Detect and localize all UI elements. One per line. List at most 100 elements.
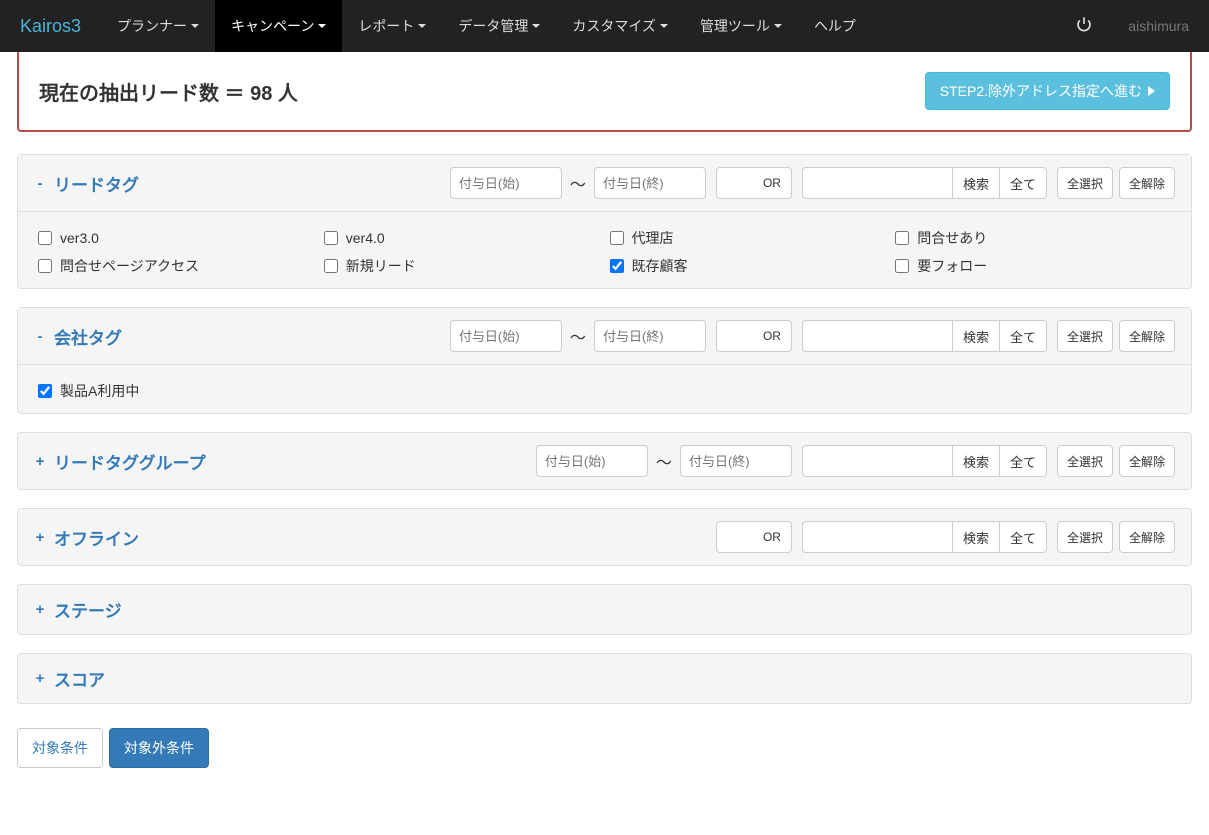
- date-start-input[interactable]: [450, 167, 562, 199]
- deselect-all-button[interactable]: 全解除: [1119, 320, 1175, 352]
- option-label: 製品A利用中: [60, 381, 139, 401]
- expand-icon: +: [34, 601, 46, 618]
- select-all-button[interactable]: 全選択: [1057, 445, 1113, 477]
- chevron-right-icon: [1148, 86, 1155, 96]
- caret-down-icon: [660, 24, 668, 28]
- logic-or-toggle[interactable]: OR: [716, 320, 792, 352]
- panel-stage: +ステージ: [17, 584, 1192, 635]
- option-checkbox[interactable]: [610, 231, 624, 245]
- panel-score: +スコア: [17, 653, 1192, 704]
- expand-icon: -: [34, 175, 46, 192]
- tilde-icon: 〜: [654, 449, 674, 473]
- expand-icon: +: [34, 453, 46, 470]
- date-start-input[interactable]: [536, 445, 648, 477]
- panel-title: +リードタググループ: [34, 449, 206, 474]
- date-end-input[interactable]: [594, 320, 706, 352]
- select-all-button[interactable]: 全選択: [1057, 521, 1113, 553]
- username-label: aishimura: [1108, 18, 1209, 34]
- search-button[interactable]: 検索: [952, 320, 999, 352]
- nav-item-4[interactable]: カスタマイズ: [556, 0, 684, 52]
- option-4[interactable]: 問合せページアクセス: [38, 256, 314, 276]
- option-0[interactable]: 製品A利用中: [38, 381, 314, 401]
- show-all-button[interactable]: 全て: [999, 521, 1047, 553]
- select-all-button[interactable]: 全選択: [1057, 167, 1113, 199]
- lead-count-box: 現在の抽出リード数 ＝ 98 人 STEP2.除外アドレス指定へ進む: [17, 52, 1192, 132]
- option-checkbox[interactable]: [38, 259, 52, 273]
- option-label: ver4.0: [346, 230, 385, 246]
- nav-item-2[interactable]: レポート: [342, 0, 442, 52]
- logic-or-toggle[interactable]: OR: [716, 167, 792, 199]
- deselect-all-button[interactable]: 全解除: [1119, 521, 1175, 553]
- search-input[interactable]: [802, 320, 952, 352]
- power-icon[interactable]: [1060, 16, 1108, 37]
- search-button[interactable]: 検索: [952, 167, 999, 199]
- nav-item-1[interactable]: キャンペーン: [215, 0, 342, 52]
- option-label: 既存顧客: [632, 256, 688, 276]
- lead-count-text: 現在の抽出リード数 ＝ 98 人: [39, 77, 298, 106]
- option-6[interactable]: 既存顧客: [610, 256, 886, 276]
- option-checkbox[interactable]: [895, 259, 909, 273]
- panel-title: -リードタグ: [34, 171, 139, 196]
- show-all-button[interactable]: 全て: [999, 320, 1047, 352]
- option-label: 問合せページアクセス: [60, 256, 199, 276]
- deselect-all-button[interactable]: 全解除: [1119, 167, 1175, 199]
- panel-companyTag: -会社タグ 〜 OR 検索全て全選択全解除製品A利用中: [17, 307, 1192, 414]
- nav-item-5[interactable]: 管理ツール: [684, 0, 798, 52]
- panel-header-leadTag[interactable]: -リードタグ 〜 OR 検索全て全選択全解除: [18, 155, 1191, 212]
- date-start-input[interactable]: [450, 320, 562, 352]
- caret-down-icon: [532, 24, 540, 28]
- option-7[interactable]: 要フォロー: [895, 256, 1171, 276]
- option-label: 代理店: [632, 228, 674, 248]
- nav-item-6[interactable]: ヘルプ: [798, 0, 872, 52]
- panel-leadTag: -リードタグ 〜 OR 検索全て全選択全解除 ver3.0 ver4.0 代理店 問合せあり問…: [17, 154, 1192, 289]
- brand-logo[interactable]: Kairos3: [0, 0, 101, 52]
- option-checkbox[interactable]: [324, 231, 338, 245]
- show-all-button[interactable]: 全て: [999, 167, 1047, 199]
- panel-title: -会社タグ: [34, 324, 122, 349]
- option-checkbox[interactable]: [324, 259, 338, 273]
- logic-or-toggle[interactable]: OR: [716, 521, 792, 553]
- tab-include[interactable]: 対象条件: [17, 728, 103, 768]
- date-end-input[interactable]: [680, 445, 792, 477]
- panel-body: 製品A利用中: [18, 365, 1191, 413]
- option-checkbox[interactable]: [38, 231, 52, 245]
- tab-exclude[interactable]: 対象外条件: [109, 728, 209, 768]
- option-3[interactable]: 問合せあり: [895, 228, 1171, 248]
- search-button[interactable]: 検索: [952, 445, 999, 477]
- deselect-all-button[interactable]: 全解除: [1119, 445, 1175, 477]
- panel-title: +ステージ: [34, 597, 122, 622]
- expand-icon: +: [34, 529, 46, 546]
- show-all-button[interactable]: 全て: [999, 445, 1047, 477]
- panel-header-companyTag[interactable]: -会社タグ 〜 OR 検索全て全選択全解除: [18, 308, 1191, 365]
- date-end-input[interactable]: [594, 167, 706, 199]
- panel-header-offline[interactable]: +オフライン OR 検索全て全選択全解除: [18, 509, 1191, 565]
- option-checkbox[interactable]: [610, 259, 624, 273]
- option-checkbox[interactable]: [895, 231, 909, 245]
- option-checkbox[interactable]: [38, 384, 52, 398]
- panel-offline: +オフライン OR 検索全て全選択全解除: [17, 508, 1192, 566]
- option-label: 新規リード: [346, 256, 416, 276]
- select-all-button[interactable]: 全選択: [1057, 320, 1113, 352]
- panel-header-stage[interactable]: +ステージ: [18, 585, 1191, 634]
- nav-item-3[interactable]: データ管理: [442, 0, 556, 52]
- search-input[interactable]: [802, 445, 952, 477]
- option-5[interactable]: 新規リード: [324, 256, 600, 276]
- tilde-icon: 〜: [568, 171, 588, 195]
- option-0[interactable]: ver3.0: [38, 228, 314, 248]
- caret-down-icon: [191, 24, 199, 28]
- search-button[interactable]: 検索: [952, 521, 999, 553]
- top-navbar: Kairos3 プランナー キャンペーン レポート データ管理 カスタマイズ 管…: [0, 0, 1209, 52]
- tilde-icon: 〜: [568, 324, 588, 348]
- option-label: 要フォロー: [917, 256, 987, 276]
- condition-tabs: 対象条件 対象外条件: [17, 728, 1192, 768]
- panel-header-leadTagGroup[interactable]: +リードタググループ 〜 検索全て全選択全解除: [18, 433, 1191, 489]
- search-input[interactable]: [802, 167, 952, 199]
- option-2[interactable]: 代理店: [610, 228, 886, 248]
- option-1[interactable]: ver4.0: [324, 228, 600, 248]
- caret-down-icon: [774, 24, 782, 28]
- panel-header-score[interactable]: +スコア: [18, 654, 1191, 703]
- nav-item-0[interactable]: プランナー: [101, 0, 215, 52]
- step2-next-button[interactable]: STEP2.除外アドレス指定へ進む: [925, 72, 1170, 110]
- panel-title: +オフライン: [34, 525, 139, 550]
- search-input[interactable]: [802, 521, 952, 553]
